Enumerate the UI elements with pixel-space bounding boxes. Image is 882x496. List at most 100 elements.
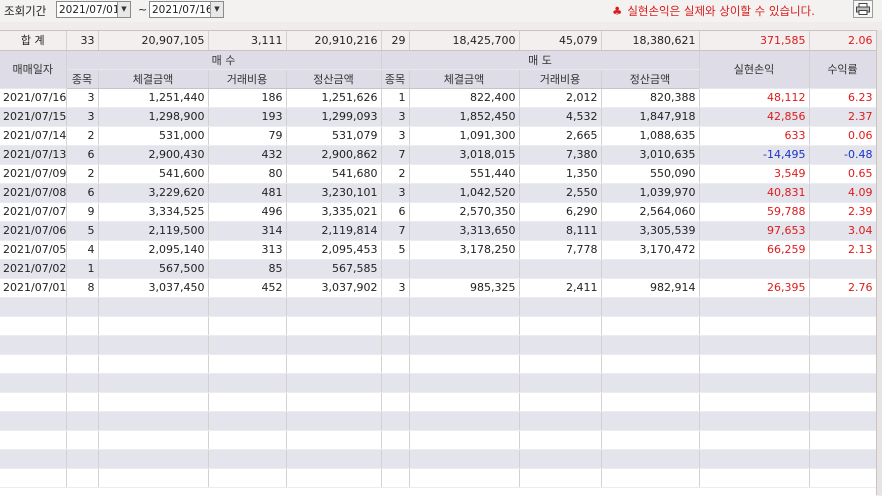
col-buy-settle-header[interactable]: 정산금액 [286,69,382,89]
cell-sell-settle [601,411,700,431]
cell-sell-count: 6 [381,202,410,222]
cell-buy-count: 5 [66,221,99,241]
table-row[interactable]: 2021/07/16 3 1,251,440 186 1,251,626 1 822,400… [0,88,876,108]
col-rate-header[interactable]: 수익률 [809,50,876,89]
col-sell-count-header[interactable]: 종목 [381,69,410,89]
table-row[interactable]: 2021/07/02 1 567,500 85 567,585 [0,259,876,279]
cell-sell-amount: 3,178,250 [409,240,520,260]
empty-row[interactable] [0,468,876,488]
end-date-field[interactable]: 2021/07/16 ▼ [149,1,224,18]
cell-date: 2021/07/16 [0,88,67,108]
cell-sell-fee [519,373,602,393]
cell-buy-settle [286,316,382,336]
col-buy-count-header[interactable]: 종목 [66,69,99,89]
empty-row[interactable] [0,373,876,393]
cell-sell-amount [409,354,520,374]
cell-sell-count [381,373,410,393]
cell-profit [699,297,810,317]
cell-buy-fee: 79 [208,126,287,146]
cell-date [0,373,67,393]
cell-buy-amount [98,392,209,412]
empty-row[interactable] [0,354,876,374]
print-button[interactable] [853,0,873,18]
cell-buy-settle [286,430,382,450]
cell-buy-settle: 3,335,021 [286,202,382,222]
table-row[interactable]: 2021/07/09 2 541,600 80 541,680 2 551,440 1,350… [0,164,876,184]
cell-date [0,354,67,374]
empty-row[interactable] [0,316,876,336]
cell-date: 2021/07/05 [0,240,67,260]
empty-row[interactable] [0,411,876,431]
cell-sell-count [381,316,410,336]
buy-group-header: 매 수 [66,50,382,70]
cell-sell-amount [409,335,520,355]
club-icon: ♣ [612,4,623,18]
table-row[interactable]: 2021/07/07 9 3,334,525 496 3,335,021 6 2,570,3… [0,202,876,222]
table-row[interactable]: 2021/07/05 4 2,095,140 313 2,095,453 5 3,178,2… [0,240,876,260]
cell-sell-amount [409,373,520,393]
cell-rate: 6.23 [809,88,876,108]
total-sell-amount: 18,425,700 [409,31,520,51]
start-date-value[interactable]: 2021/07/01 [59,4,120,16]
total-label: 합 계 [0,31,67,51]
cell-profit [699,259,810,279]
col-sell-amount-header[interactable]: 체결금액 [409,69,520,89]
cell-date [0,430,67,450]
col-sell-settle-header[interactable]: 정산금액 [601,69,700,89]
empty-row[interactable] [0,430,876,450]
total-rate: 2.06 [809,31,876,51]
cell-sell-amount: 1,852,450 [409,107,520,127]
cell-profit: 26,395 [699,278,810,298]
start-date-field[interactable]: 2021/07/01 ▼ [56,1,131,18]
cell-sell-count [381,259,410,279]
cell-sell-count: 5 [381,240,410,260]
cell-buy-amount: 531,000 [98,126,209,146]
cell-buy-amount: 2,119,500 [98,221,209,241]
cell-rate: 2.39 [809,202,876,222]
table-row[interactable]: 2021/07/14 2 531,000 79 531,079 3 1,091,300 2,6… [0,126,876,146]
cell-rate [809,316,876,336]
end-date-value[interactable]: 2021/07/16 [152,4,213,16]
empty-row[interactable] [0,335,876,355]
table-row[interactable]: 2021/07/13 6 2,900,430 432 2,900,862 7 3,018,0… [0,145,876,165]
cell-rate [809,354,876,374]
empty-row[interactable] [0,297,876,317]
empty-row[interactable] [0,392,876,412]
cell-profit: -14,495 [699,145,810,165]
cell-sell-settle: 820,388 [601,88,700,108]
cell-date: 2021/07/14 [0,126,67,146]
print-icon[interactable] [856,3,870,15]
col-sell-fee-header[interactable]: 거래비용 [519,69,602,89]
col-buy-amount-header[interactable]: 체결금액 [98,69,209,89]
table-row[interactable]: 2021/07/08 6 3,229,620 481 3,230,101 3 1,042,5… [0,183,876,203]
table-row[interactable]: 2021/07/01 8 3,037,450 452 3,037,902 3 985,325… [0,278,876,298]
cell-sell-count [381,411,410,431]
cell-sell-count: 3 [381,107,410,127]
cell-buy-amount [98,373,209,393]
col-buy-fee-header[interactable]: 거래비용 [208,69,287,89]
cell-buy-amount [98,354,209,374]
cell-sell-settle [601,449,700,469]
empty-row[interactable] [0,449,876,469]
cell-rate [809,373,876,393]
trade-grid[interactable]: 합 계 33 20,907,105 3,111 20,910,216 29 18… [0,30,876,496]
sell-group-header: 매 도 [381,50,700,70]
col-date-header[interactable]: 매매일자 [0,50,67,89]
notice-text: ♣ 실현손익은 실제와 상이할 수 있습니다. [612,3,815,19]
cell-sell-settle: 1,088,635 [601,126,700,146]
cell-sell-amount: 3,313,650 [409,221,520,241]
chevron-down-icon[interactable]: ▼ [117,2,130,17]
table-row[interactable]: 2021/07/15 3 1,298,900 193 1,299,093 3 1,852,4… [0,107,876,127]
cell-profit [699,411,810,431]
cell-sell-settle: 550,090 [601,164,700,184]
total-buy-count: 33 [66,31,99,51]
cell-profit [699,392,810,412]
table-row[interactable]: 2021/07/06 5 2,119,500 314 2,119,814 7 3,313,6… [0,221,876,241]
cell-profit: 48,112 [699,88,810,108]
cell-profit [699,430,810,450]
chevron-down-icon[interactable]: ▼ [210,2,223,17]
trade-table: 합 계 33 20,907,105 3,111 20,910,216 29 18… [0,31,876,488]
col-profit-header[interactable]: 실현손익 [699,50,810,89]
cell-sell-amount [409,468,520,488]
vertical-scrollbar[interactable] [876,30,882,495]
